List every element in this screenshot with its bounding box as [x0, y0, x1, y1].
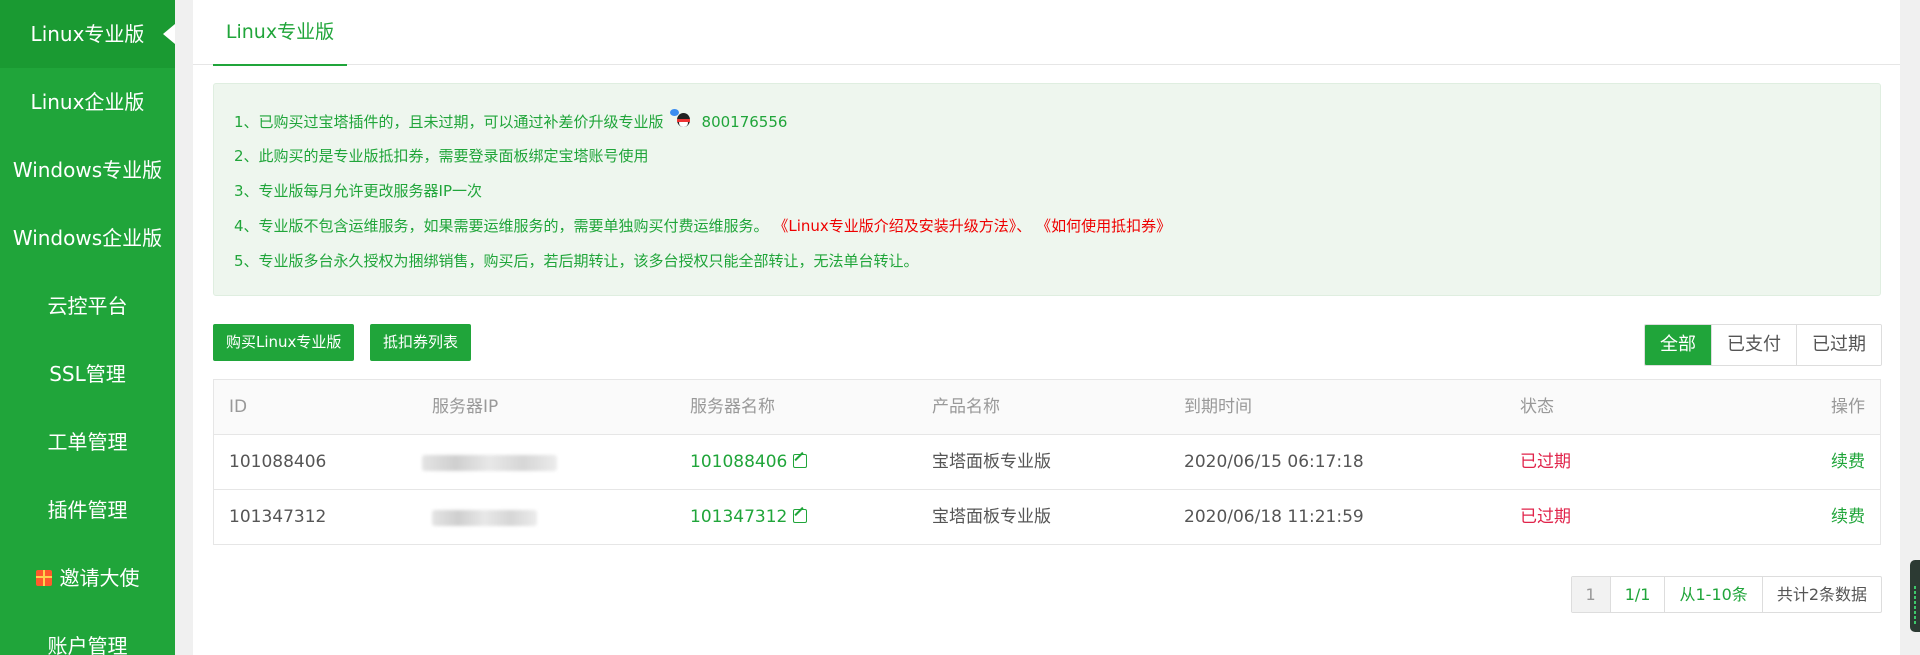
link-linux-pro-intro[interactable]: 《Linux专业版介绍及安装升级方法》	[773, 217, 1016, 235]
row-expire: 2020/06/15 06:17:18	[1184, 452, 1364, 472]
edit-icon[interactable]	[793, 509, 808, 523]
row-product: 宝塔面板专业版	[932, 507, 1051, 527]
side-widget[interactable]	[1910, 560, 1920, 632]
sidebar-item-cloud-control[interactable]: 云控平台	[0, 272, 175, 340]
status-filter: 全部 已支付 已过期	[1644, 324, 1882, 366]
row-id: 101347312	[229, 507, 327, 527]
sidebar-item-ssl[interactable]: SSL管理	[0, 340, 175, 408]
sidebar-item-plugins[interactable]: 插件管理	[0, 476, 175, 544]
table-row: 101347312 101347312 宝塔面板专业版 2020/06/18 1…	[214, 490, 1880, 544]
page-range: 从1-10条	[1664, 577, 1761, 612]
row-id: 101088406	[229, 452, 327, 472]
qq-number[interactable]: 800176556	[702, 113, 788, 131]
filter-paid[interactable]: 已支付	[1711, 325, 1796, 365]
server-name[interactable]: 101347312	[690, 507, 787, 527]
col-status: 状态	[1520, 397, 1554, 417]
notice-line-5: 5、专业版多台永久授权为捆绑销售，购买后，若后期转让，该多台授权只能全部转让，无…	[234, 252, 919, 270]
col-server-ip: 服务器IP	[432, 397, 499, 417]
notice-line-4: 4、专业版不包含运维服务，如果需要运维服务的，需要单独购买付费运维服务。 《Li…	[234, 215, 1171, 236]
sidebar-item-account[interactable]: 账户管理	[0, 612, 175, 655]
page-current[interactable]: 1	[1571, 577, 1610, 612]
sidebar-item-windows-pro[interactable]: Windows专业版	[0, 136, 175, 204]
col-action: 操作	[1831, 397, 1865, 417]
gift-icon	[35, 570, 52, 586]
row-product: 宝塔面板专业版	[932, 452, 1051, 472]
link-separator: 、	[1016, 217, 1032, 235]
filter-expired[interactable]: 已过期	[1796, 325, 1881, 365]
licenses-table: ID 服务器IP 服务器名称 产品名称 到期时间 状态 操作 101088406…	[213, 379, 1881, 545]
sidebar-item-label: 邀请大使	[59, 566, 140, 590]
status-badge: 已过期	[1520, 507, 1571, 527]
buy-linux-pro-button[interactable]: 购买Linux专业版	[213, 324, 355, 361]
link-coupon-howto[interactable]: 《如何使用抵扣券》	[1036, 217, 1171, 235]
sidebar-item-invite[interactable]: 邀请大使	[0, 544, 175, 612]
col-expire: 到期时间	[1184, 397, 1252, 417]
filter-all[interactable]: 全部	[1645, 325, 1711, 365]
renew-link[interactable]: 续费	[1831, 490, 1865, 544]
notice-text: 1、已购买过宝塔插件的，且未过期，可以通过补差价升级专业版	[234, 113, 664, 131]
edit-icon[interactable]	[793, 454, 808, 468]
col-server-name: 服务器名称	[690, 397, 775, 417]
coupon-list-button[interactable]: 抵扣券列表	[370, 324, 472, 361]
pagination: 1 1/1 从1-10条 共计2条数据	[1570, 576, 1882, 613]
server-ip-redacted	[432, 510, 537, 526]
notice-text: 4、专业版不包含运维服务，如果需要运维服务的，需要单独购买付费运维服务。	[234, 217, 769, 235]
tab-linux-pro[interactable]: Linux专业版	[213, 0, 347, 66]
notice-line-3: 3、专业版每月允许更改服务器IP一次	[234, 182, 483, 200]
server-name-link[interactable]: 101347312	[690, 490, 808, 544]
notice-box: 1、已购买过宝塔插件的，且未过期，可以通过补差价升级专业版 800176556 2…	[213, 83, 1881, 296]
page-total: 共计2条数据	[1761, 577, 1881, 612]
notice-line-1: 1、已购买过宝塔插件的，且未过期，可以通过补差价升级专业版 800176556	[234, 109, 787, 132]
sidebar-item-tickets[interactable]: 工单管理	[0, 408, 175, 476]
server-ip-redacted	[422, 455, 557, 471]
row-expire: 2020/06/18 11:21:59	[1184, 507, 1364, 527]
table-header: ID 服务器IP 服务器名称 产品名称 到期时间 状态 操作	[214, 380, 1880, 435]
col-id: ID	[229, 397, 248, 417]
qq-icon[interactable]	[669, 109, 696, 131]
sidebar-item-linux-pro[interactable]: Linux专业版	[0, 0, 175, 68]
sidebar: Linux专业版 Linux企业版 Windows专业版 Windows企业版 …	[0, 0, 175, 655]
page-count: 1/1	[1609, 577, 1665, 612]
main-panel: Linux专业版 1、已购买过宝塔插件的，且未过期，可以通过补差价升级专业版 80…	[193, 0, 1900, 655]
col-product: 产品名称	[932, 397, 1000, 417]
renew-link[interactable]: 续费	[1831, 435, 1865, 489]
tab-bar: Linux专业版	[193, 0, 1900, 66]
server-name-link[interactable]: 101088406	[690, 435, 808, 489]
sidebar-item-windows-enterprise[interactable]: Windows企业版	[0, 204, 175, 272]
server-name[interactable]: 101088406	[690, 452, 787, 472]
status-badge: 已过期	[1520, 452, 1571, 472]
sidebar-item-linux-enterprise[interactable]: Linux企业版	[0, 68, 175, 136]
notice-line-2: 2、此购买的是专业版抵扣券，需要登录面板绑定宝塔账号使用	[234, 147, 649, 165]
table-row: 101088406 101088406 宝塔面板专业版 2020/06/15 0…	[214, 435, 1880, 490]
